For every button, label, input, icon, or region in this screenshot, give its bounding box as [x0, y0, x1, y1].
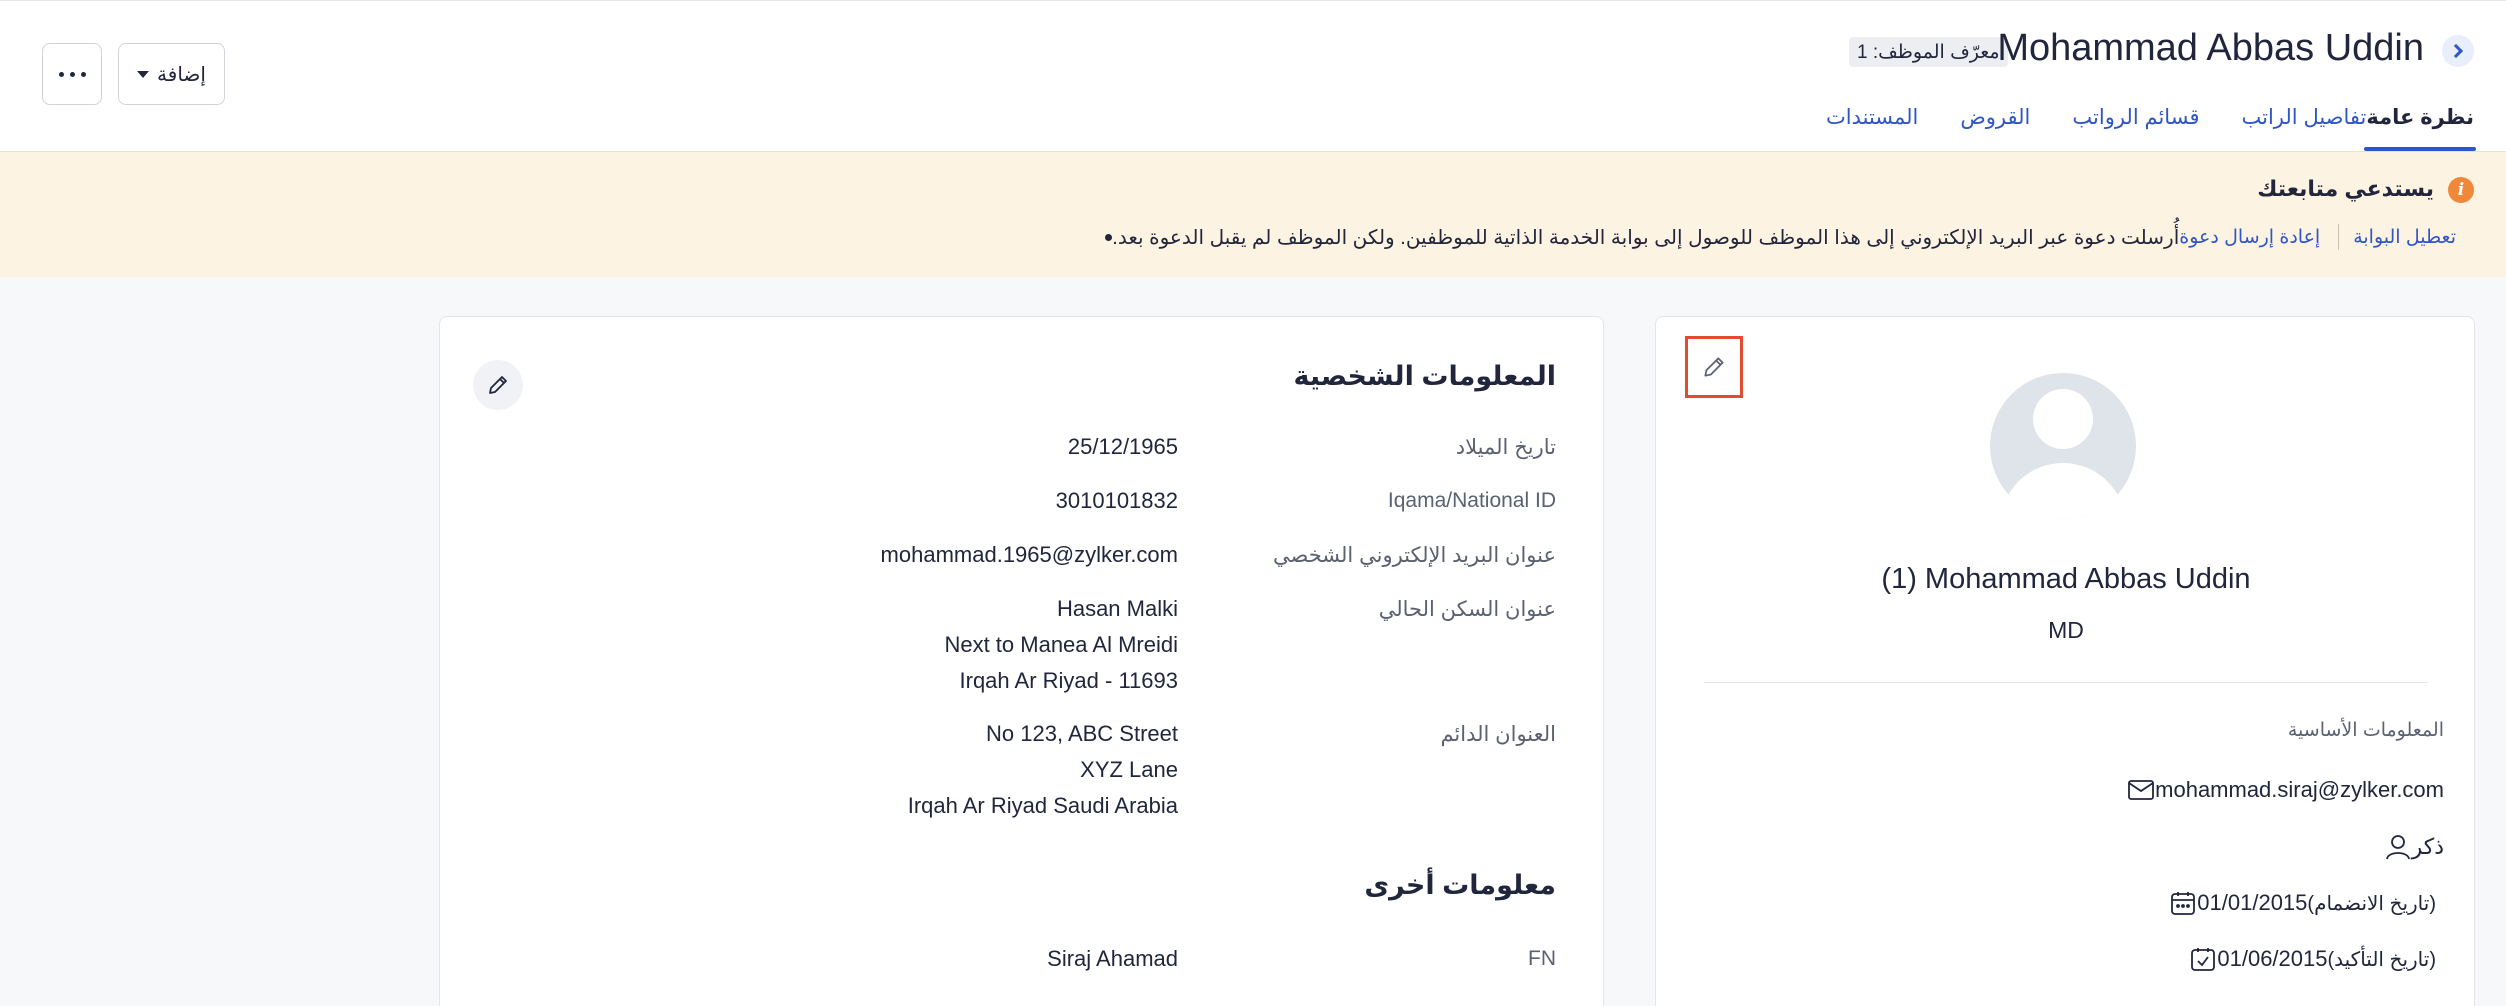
info-row-national-id: Iqama/National ID 3010101832 [856, 488, 1556, 519]
info-icon: i [2448, 177, 2474, 203]
profile-join-date: 01/01/2015 [2197, 890, 2308, 915]
avatar [1990, 373, 2136, 519]
personal-info-card: المعلومات الشخصية تاريخ الميلاد 25/12/19… [439, 316, 1604, 1006]
dot [69, 71, 75, 77]
employee-name-title: Mohammad Abbas Uddin [1997, 27, 2424, 69]
profile-confirm-date: 01/06/2015 [2217, 946, 2328, 971]
mail-icon [2127, 776, 2155, 804]
tab-loans[interactable]: القروض [1960, 101, 2030, 151]
dot [80, 71, 86, 77]
tab-salary-details[interactable]: تفاصيل الراتب [2241, 101, 2366, 151]
row-value: Siraj Ahamad [1047, 946, 1178, 971]
join-date-label: (تاريخ الانضمام) [2307, 892, 2436, 915]
row-value: Hasan Malki Next to Manea Al Mreidi Irqa… [944, 596, 1178, 693]
edit-personal-info-button[interactable] [473, 360, 523, 410]
pencil-icon [489, 376, 507, 394]
profile-card: (1) Mohammad Abbas Uddin MD المعلومات ال… [1655, 316, 2475, 1006]
info-row-birthdate: تاريخ الميلاد 25/12/1965 [856, 434, 1556, 465]
alert-message: أُرسلت دعوة عبر البريد الإلكتروني إلى هذ… [1112, 226, 2180, 249]
user-icon [2384, 833, 2412, 861]
personal-info-title: المعلومات الشخصية [1293, 361, 1557, 391]
profile-gender: ذكر [2411, 834, 2444, 859]
dot [58, 71, 64, 77]
info-row-current-address: عنوان السكن الحالي Hasan Malki Next to M… [856, 596, 1556, 699]
attention-banner: i يستدعي متابعتك أُرسلت دعوة عبر البريد … [0, 151, 2506, 277]
link-separator [2338, 224, 2340, 250]
row-label: تاريخ الميلاد [1455, 436, 1556, 459]
resend-invite-link[interactable]: إعادة إرسال دعوة [2179, 226, 2320, 249]
calendar-check-icon [2189, 945, 2217, 973]
row-label: FN [1528, 947, 1556, 970]
calendar-icon [2169, 889, 2197, 917]
profile-email: mohammad.siraj@zylker.com [2155, 777, 2444, 802]
profile-email-row: mohammad.siraj@zylker.com [2107, 775, 2444, 805]
back-button[interactable] [2442, 35, 2474, 67]
row-value: mohammad.1965@zylker.com [880, 542, 1178, 567]
row-value: No 123, ABC Street XYZ Lane Irqah Ar Riy… [907, 721, 1178, 818]
alert-body: أُرسلت دعوة عبر البريد الإلكتروني إلى هذ… [1093, 222, 2474, 252]
pencil-icon [1704, 357, 1724, 377]
row-label: Iqama/National ID [1387, 489, 1556, 512]
tab-overview[interactable]: نظرة عامة [2364, 101, 2476, 151]
info-row-permanent-address: العنوان الدائم No 123, ABC Street XYZ La… [856, 721, 1556, 824]
info-row-fn: FN Siraj Ahamad [856, 946, 1556, 977]
other-info-title: معلومات أخرى [1364, 870, 1556, 900]
profile-confirm-date-row: 01/06/2015 (تاريخ التأكيد) [2169, 944, 2444, 974]
tab-documents[interactable]: المستندات [1826, 101, 1918, 151]
divider [1704, 682, 2428, 683]
row-label: عنوان السكن الحالي [1378, 598, 1556, 621]
row-value: 3010101832 [1055, 488, 1178, 513]
row-label: العنوان الدائم [1440, 723, 1556, 746]
profile-name: (1) Mohammad Abbas Uddin [1881, 563, 2251, 595]
alert-title: يستدعي متابعتك [2257, 176, 2434, 201]
more-options-button[interactable] [42, 43, 102, 105]
profile-join-date-row: 01/01/2015 (تاريخ الانضمام) [2149, 888, 2444, 918]
caret-down-icon [137, 70, 150, 78]
profile-gender-row: ذكر [2364, 832, 2444, 862]
employee-id-badge: معرّف الموظف: 1 [1849, 37, 2008, 67]
avatar-head [2033, 389, 2093, 449]
add-label: إضافة [157, 63, 206, 86]
basic-info-label: المعلومات الأساسية [2287, 720, 2444, 741]
bullet [1105, 233, 1113, 241]
row-label: عنوان البريد الإلكتروني الشخصي [1273, 544, 1556, 567]
profile-role: MD [2048, 617, 2084, 643]
tab-bar: نظرة عامة تفاصيل الراتب قسائم الرواتب ال… [1784, 101, 2476, 151]
info-row-personal-email: عنوان البريد الإلكتروني الشخصي mohammad.… [856, 542, 1556, 573]
chevron-left-icon [2448, 43, 2464, 59]
add-dropdown-button[interactable]: إضافة [118, 43, 225, 105]
tab-payslips[interactable]: قسائم الرواتب [2072, 101, 2199, 151]
edit-profile-button[interactable] [1685, 336, 1743, 398]
confirm-date-label: (تاريخ التأكيد) [2327, 948, 2436, 971]
row-value: 25/12/1965 [1067, 434, 1178, 459]
page-header: إضافة معرّف الموظف: 1 Mohammad Abbas Udd… [0, 0, 2506, 151]
disable-portal-link[interactable]: تعطيل البوابة [2353, 226, 2456, 249]
